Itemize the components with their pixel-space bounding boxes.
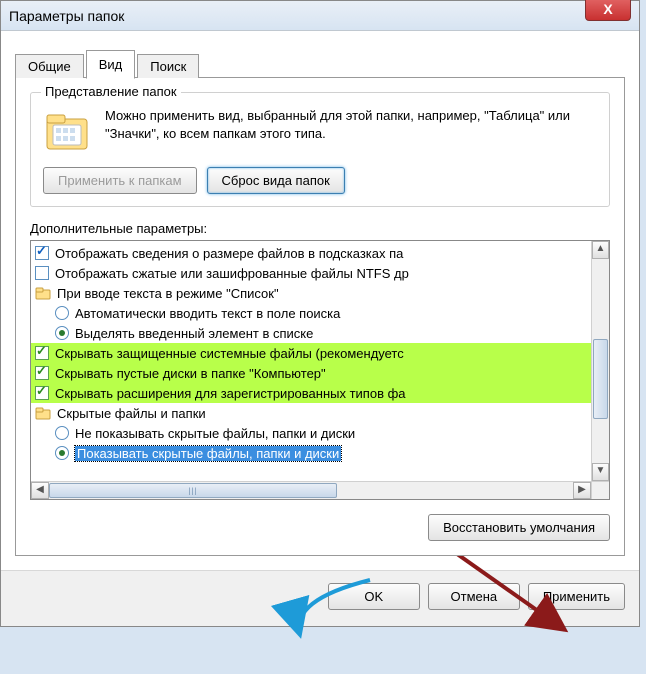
folder-views-description: Можно применить вид, выбранный для этой … <box>105 107 597 142</box>
checkbox-icon[interactable] <box>35 346 49 360</box>
scroll-track[interactable] <box>592 259 609 463</box>
advanced-settings-label: Дополнительные параметры: <box>30 221 610 236</box>
scroll-thumb[interactable] <box>49 483 337 498</box>
option-show-size-info[interactable]: Отображать сведения о размере файлов в п… <box>31 243 591 263</box>
tab-body-view: Представление папок <box>15 77 625 556</box>
dialog-content: Общие Вид Поиск Представление папок <box>1 31 639 570</box>
folder-icon <box>35 285 51 301</box>
vertical-scrollbar[interactable]: ▲ ▼ <box>591 241 609 481</box>
cancel-button[interactable]: Отмена <box>428 583 520 610</box>
titlebar: Параметры папок X <box>1 1 639 31</box>
radio-icon[interactable] <box>55 306 69 320</box>
dialog-button-bar: OK Отмена Применить <box>1 570 639 626</box>
group-hidden-files: Скрытые файлы и папки <box>31 403 591 423</box>
restore-defaults-button[interactable]: Восстановить умолчания <box>428 514 610 541</box>
selected-row-text: Показывать скрытые файлы, папки и диски <box>75 446 341 461</box>
tab-view[interactable]: Вид <box>86 50 136 79</box>
reset-folders-button[interactable]: Сброс вида папок <box>207 167 345 194</box>
checkbox-icon[interactable] <box>35 246 49 260</box>
group-typing-in-list: При вводе текста в режиме "Список" <box>31 283 591 303</box>
ok-button[interactable]: OK <box>328 583 420 610</box>
option-typing-select-item[interactable]: Выделять введенный элемент в списке <box>31 323 591 343</box>
close-icon: X <box>603 1 612 17</box>
window-title: Параметры папок <box>9 8 124 24</box>
folder-icon <box>35 405 51 421</box>
folder-options-dialog: Параметры папок X Общие Вид Поиск Предст… <box>0 0 640 627</box>
apply-to-folders-button[interactable]: Применить к папкам <box>43 167 197 194</box>
radio-icon[interactable] <box>55 426 69 440</box>
option-hide-extensions[interactable]: Скрывать расширения для зарегистрированн… <box>31 383 591 403</box>
advanced-settings-box: Отображать сведения о размере файлов в п… <box>30 240 610 500</box>
advanced-settings-list[interactable]: Отображать сведения о размере файлов в п… <box>31 241 591 481</box>
tab-search[interactable]: Поиск <box>137 54 199 78</box>
folder-views-group-title: Представление папок <box>41 84 181 99</box>
checkbox-icon[interactable] <box>35 386 49 400</box>
folder-views-group: Представление папок <box>30 92 610 207</box>
scroll-up-arrow-icon[interactable]: ▲ <box>592 241 609 259</box>
scroll-thumb[interactable] <box>593 339 608 419</box>
radio-icon[interactable] <box>55 446 69 460</box>
scrollbar-corner <box>591 481 609 499</box>
scroll-track[interactable] <box>49 482 573 499</box>
folder-views-icon <box>43 107 91 155</box>
option-dont-show-hidden[interactable]: Не показывать скрытые файлы, папки и дис… <box>31 423 591 443</box>
tab-strip: Общие Вид Поиск <box>15 49 625 78</box>
close-button[interactable]: X <box>585 0 631 21</box>
radio-icon[interactable] <box>55 326 69 340</box>
option-typing-auto-search[interactable]: Автоматически вводить текст в поле поиск… <box>31 303 591 323</box>
option-hide-empty-drives[interactable]: Скрывать пустые диски в папке "Компьютер… <box>31 363 591 383</box>
option-show-hidden[interactable]: Показывать скрытые файлы, папки и диски <box>31 443 591 463</box>
option-show-compressed[interactable]: Отображать сжатые или зашифрованные файл… <box>31 263 591 283</box>
horizontal-scrollbar[interactable]: ◀ ▶ <box>31 481 591 499</box>
checkbox-icon[interactable] <box>35 366 49 380</box>
apply-button[interactable]: Применить <box>528 583 625 610</box>
option-hide-protected-os-files[interactable]: Скрывать защищенные системные файлы (рек… <box>31 343 591 363</box>
checkbox-icon[interactable] <box>35 266 49 280</box>
scroll-left-arrow-icon[interactable]: ◀ <box>31 482 49 499</box>
scroll-down-arrow-icon[interactable]: ▼ <box>592 463 609 481</box>
tab-general[interactable]: Общие <box>15 54 84 78</box>
scroll-right-arrow-icon[interactable]: ▶ <box>573 482 591 499</box>
